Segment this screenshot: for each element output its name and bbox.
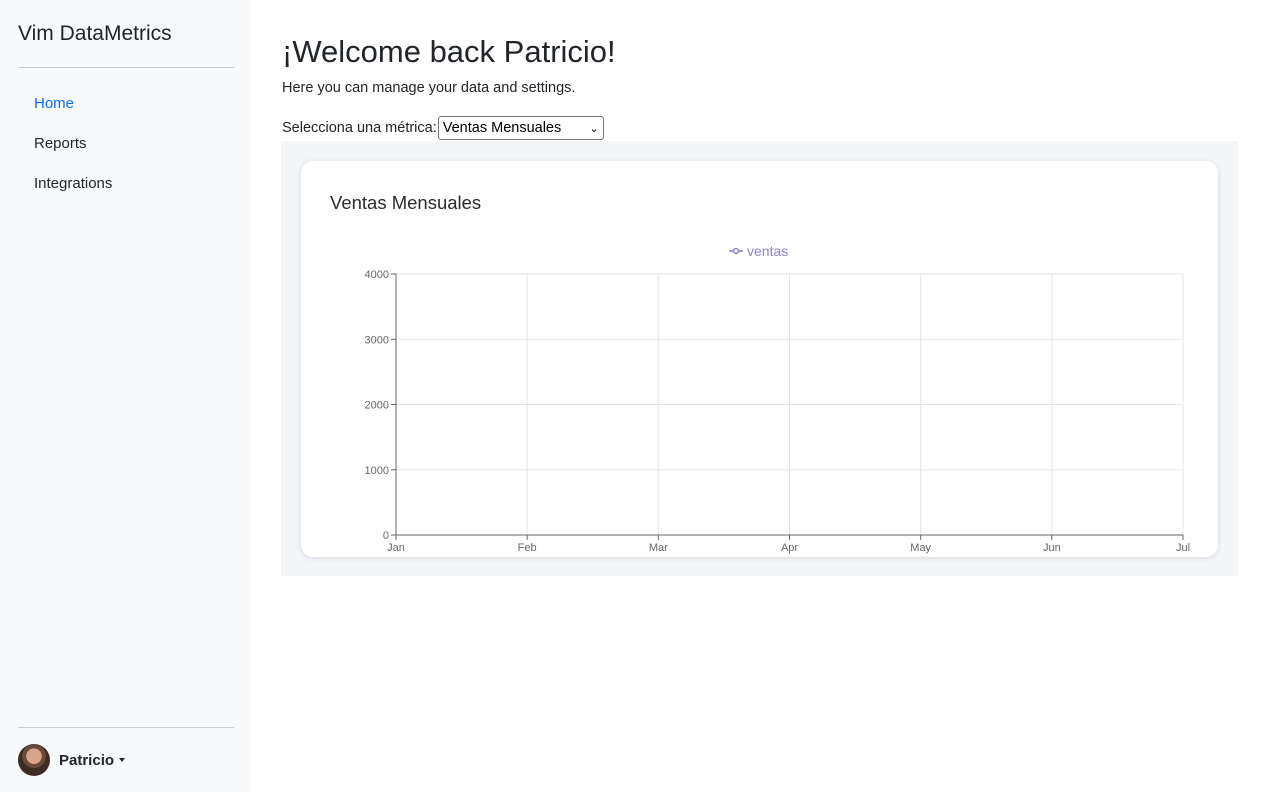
chart-card: Ventas Mensuales 0 1000 2000 3000 4000 Jan Feb…	[301, 161, 1218, 557]
page-subtitle: Here you can manage your data and settin…	[282, 80, 576, 96]
user-name: Patricio	[59, 751, 115, 769]
page-title: ¡Welcome back Patricio!	[282, 34, 616, 69]
x-tick-label: Jun	[1043, 542, 1061, 554]
sidebar-item-reports[interactable]: Reports	[18, 124, 234, 164]
y-tick-label: 1000	[365, 465, 389, 477]
sidebar-divider-top	[18, 67, 234, 68]
metric-select[interactable]: Ventas Mensuales ⌄	[437, 116, 604, 140]
avatar	[18, 744, 50, 776]
metric-select-value: Ventas Mensuales	[442, 120, 562, 136]
sidebar-item-home[interactable]: Home	[18, 84, 234, 124]
legend-marker-icon	[732, 247, 740, 255]
chart-panel: Ventas Mensuales 0 1000 2000 3000 4000 Jan Feb…	[281, 141, 1238, 576]
legend-label: ventas	[747, 243, 788, 259]
y-tick-label: 3000	[365, 334, 389, 346]
x-tick-label: Apr	[781, 542, 798, 554]
brand-title: Vim DataMetrics	[18, 22, 172, 45]
x-tick-label: Feb	[518, 542, 537, 554]
metric-selector-label: Selecciona una métrica:	[282, 120, 437, 136]
sidebar-nav: Home Reports Integrations	[18, 84, 234, 204]
chevron-down-icon: ⌄	[589, 122, 599, 135]
caret-down-icon	[119, 758, 126, 762]
x-tick-label: Mar	[649, 542, 668, 554]
x-tick-label: Jan	[387, 542, 405, 554]
x-tick-label: May	[910, 542, 931, 554]
user-menu[interactable]: Patricio	[18, 744, 126, 776]
x-tick-label: Jul	[1176, 542, 1190, 554]
y-tick-label: 0	[383, 530, 389, 542]
sidebar: Vim DataMetrics Home Reports Integration…	[0, 0, 250, 792]
sidebar-divider-bottom	[18, 727, 234, 728]
metric-selector-row: Selecciona una métrica: Ventas Mensuales…	[282, 116, 604, 140]
y-tick-label: 2000	[365, 400, 389, 412]
sales-chart: 0 1000 2000 3000 4000 Jan Feb Mar Apr May Jun Jul ve…	[365, 243, 1191, 554]
y-tick-label: 4000	[365, 269, 389, 281]
sidebar-item-integrations[interactable]: Integrations	[18, 164, 234, 204]
